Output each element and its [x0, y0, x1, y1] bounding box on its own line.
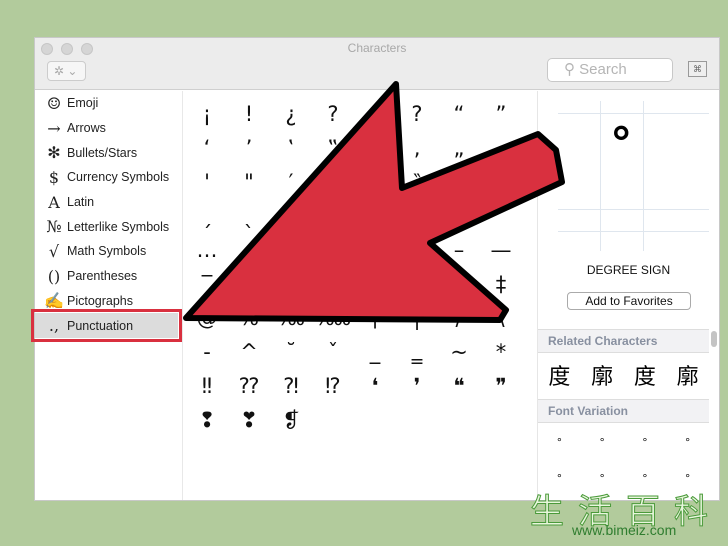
- watermark-url: www.bimeiz.com: [572, 522, 677, 538]
- arrow-shape: [183, 81, 565, 323]
- annotation-arrow: [183, 81, 565, 323]
